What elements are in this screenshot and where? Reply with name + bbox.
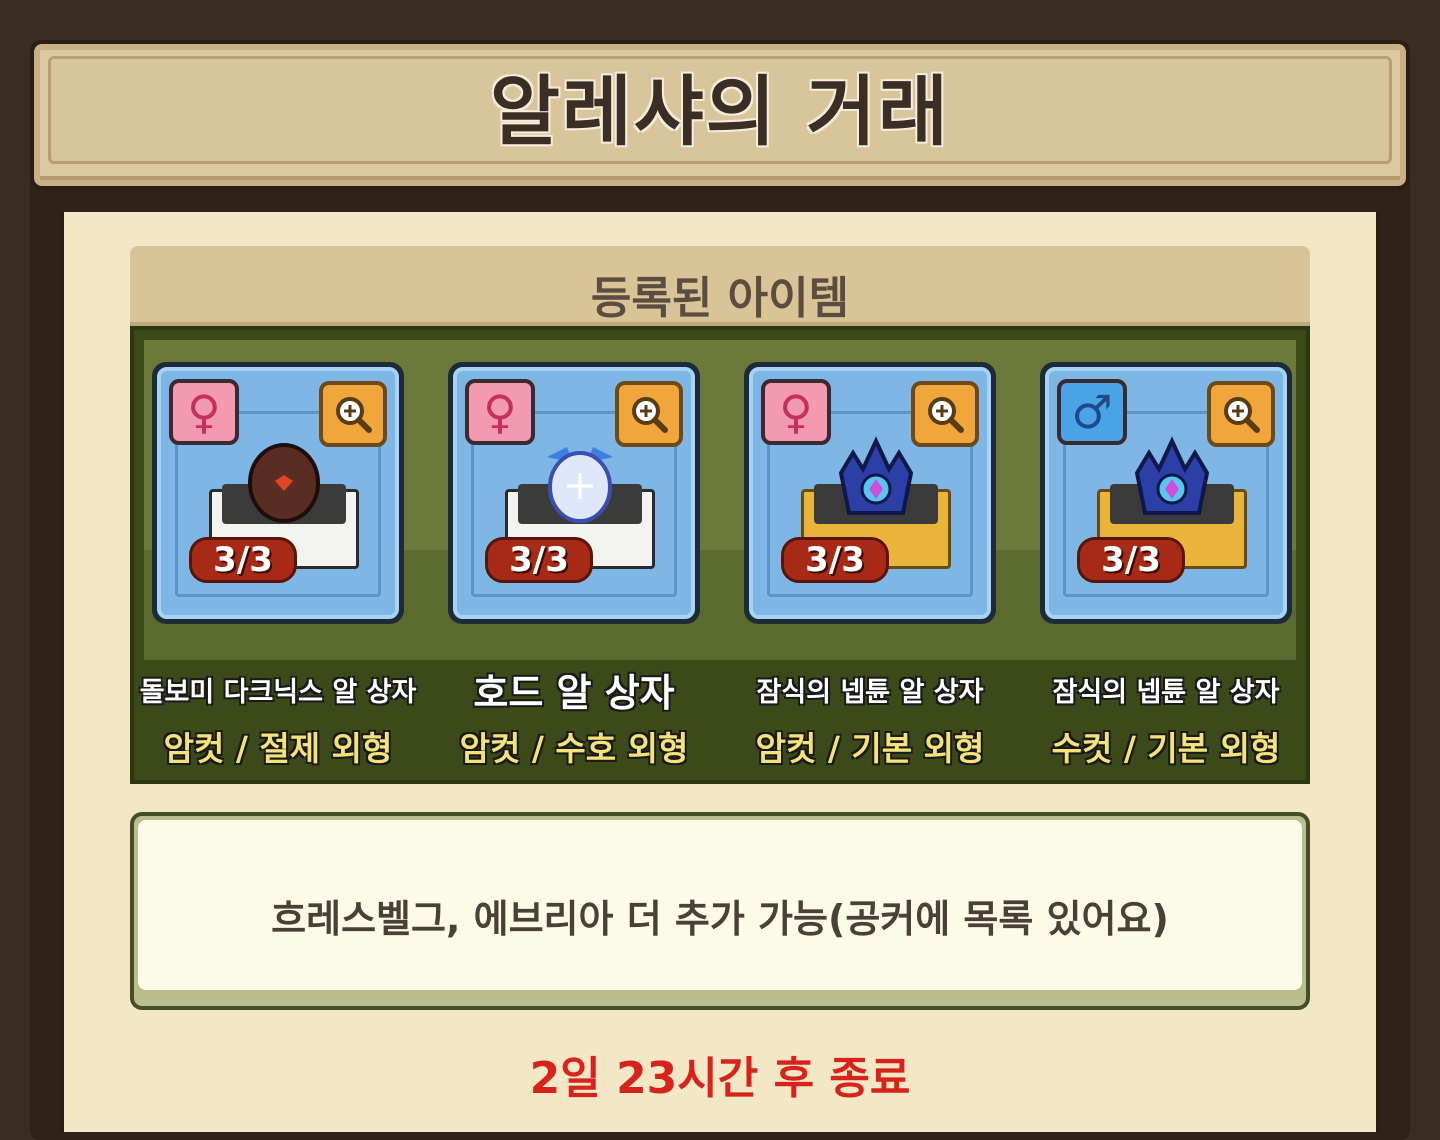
female-icon: ♀ <box>761 379 831 445</box>
egg-image <box>547 447 613 523</box>
count-badge: 3/3 <box>189 537 297 583</box>
note-box-inner: 흐레스벨그, 에브리아 더 추가 가능(공커에 목록 있어요) <box>138 820 1302 990</box>
note-box: 흐레스벨그, 에브리아 더 추가 가능(공커에 목록 있어요) <box>130 812 1310 1010</box>
item-name: 잠식의 넵튠 알 상자 <box>1052 677 1280 708</box>
male-icon: ♂ <box>1057 379 1127 445</box>
item-slot[interactable]: ♀ 3/3 돌보미 다크닉스 알 상자 암컷 / 절제 외형 <box>140 362 416 768</box>
item-type: 수컷 / 기본 외형 <box>1051 729 1281 768</box>
item-slot[interactable]: ♀ 3/3 호드 알 상자 암컷 / 수호 외형 <box>448 362 700 768</box>
item-slot[interactable]: ♂ 3/3 잠식의 넵튠 알 상자 수컷 / 기본 외형 <box>1040 362 1292 768</box>
female-icon: ♀ <box>465 379 535 445</box>
count-badge: 3/3 <box>485 537 593 583</box>
item-name: 잠식의 넵튠 알 상자 <box>756 677 984 708</box>
note-text: 흐레스벨그, 에브리아 더 추가 가능(공커에 목록 있어요) <box>271 897 1169 941</box>
item-card[interactable]: ♀ 3/3 <box>744 362 996 624</box>
items-area: ♀ 3/3 돌보미 다크닉스 알 상자 암컷 / 절제 외형 ♀ 3/3 호드 … <box>130 326 1310 784</box>
section-header: 등록된 아이템 <box>130 246 1310 326</box>
item-slot[interactable]: ♀ 3/3 잠식의 넵튠 알 상자 암컷 / 기본 외형 <box>744 362 996 768</box>
item-card[interactable]: ♀ 3/3 <box>448 362 700 624</box>
item-type: 암컷 / 절제 외형 <box>163 729 393 768</box>
item-type: 암컷 / 기본 외형 <box>755 729 985 768</box>
item-type: 암컷 / 수호 외형 <box>459 729 689 768</box>
item-card-inner: ♂ 3/3 <box>1045 367 1287 619</box>
end-notice: 2일 23시간 후 종료 <box>529 1053 911 1104</box>
item-card-inner: ♀ 3/3 <box>453 367 695 619</box>
zoom-in-icon[interactable] <box>1207 381 1275 447</box>
item-card[interactable]: ♂ 3/3 <box>1040 362 1292 624</box>
count-badge: 3/3 <box>781 537 889 583</box>
count-badge: 3/3 <box>1077 537 1185 583</box>
item-name: 돌보미 다크닉스 알 상자 <box>139 677 417 708</box>
item-name: 호드 알 상자 <box>473 671 675 715</box>
item-card[interactable]: ♀ 3/3 <box>152 362 404 624</box>
egg-image <box>248 443 320 523</box>
item-card-inner: ♀ 3/3 <box>157 367 399 619</box>
section-title: 등록된 아이템 <box>590 273 850 324</box>
female-icon: ♀ <box>169 379 239 445</box>
egg-image <box>1134 436 1210 515</box>
zoom-in-icon[interactable] <box>615 381 683 447</box>
zoom-in-icon[interactable] <box>911 381 979 447</box>
zoom-in-icon[interactable] <box>319 381 387 447</box>
egg-image <box>838 436 914 515</box>
item-card-inner: ♀ 3/3 <box>749 367 991 619</box>
page-title: 알레샤의 거래 <box>490 67 950 156</box>
